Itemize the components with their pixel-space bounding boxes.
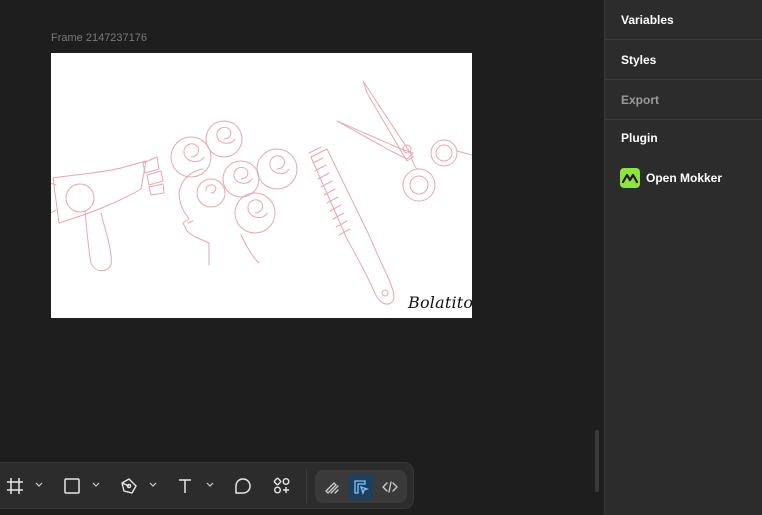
hair-dryer-drawing <box>51 156 165 272</box>
toolbar-divider <box>306 469 307 503</box>
plugin-section-heading: Plugin <box>621 131 658 145</box>
pen-tool-chevron-down-icon[interactable] <box>149 481 157 489</box>
export-section[interactable]: Export <box>605 80 762 120</box>
mode-switcher <box>315 470 407 503</box>
canvas[interactable]: Frame 2147237176 Bolatito <box>0 0 604 515</box>
styles-section[interactable]: Styles <box>605 40 762 80</box>
rectangle-icon <box>64 478 80 494</box>
rectangle-tool-chevron-down-icon[interactable] <box>92 481 100 489</box>
frame-artwork[interactable]: Bolatito <box>51 53 472 318</box>
hair-tools-illustration <box>51 80 472 305</box>
bottom-toolbar <box>0 462 414 509</box>
comment-icon <box>235 478 251 494</box>
code-icon <box>382 481 398 493</box>
comb-drawing <box>308 146 395 305</box>
dev-mode-button[interactable] <box>377 474 403 500</box>
plugin-item-label: Open Mokker <box>646 171 723 185</box>
pen-tool-button[interactable] <box>116 473 142 499</box>
text-icon <box>179 479 191 493</box>
woman-curlers-drawing <box>170 120 298 266</box>
vertical-scrollbar[interactable] <box>595 430 599 492</box>
draw-icon <box>325 482 339 494</box>
design-mode-button[interactable] <box>348 474 374 500</box>
design-icon <box>354 480 369 495</box>
right-panel: Variables Styles Export Plugin Open Mokk… <box>604 0 762 515</box>
text-tool-button[interactable] <box>172 473 198 499</box>
draw-mode-button[interactable] <box>319 474 345 500</box>
rectangle-tool-button[interactable] <box>59 473 85 499</box>
text-tool-chevron-down-icon[interactable] <box>206 481 214 489</box>
actions-icon <box>273 477 290 494</box>
frame-tool-chevron-down-icon[interactable] <box>35 481 43 489</box>
scissors-drawing <box>336 80 472 202</box>
frame-tool-button[interactable] <box>2 473 28 499</box>
pen-icon <box>121 478 137 494</box>
plugin-item-open-mokker[interactable]: Open Mokker <box>605 162 762 194</box>
variables-section[interactable]: Variables <box>605 0 762 40</box>
signature: Bolatito <box>408 293 472 312</box>
frame-icon <box>7 478 23 494</box>
comment-tool-button[interactable] <box>230 473 256 499</box>
frame-label[interactable]: Frame 2147237176 <box>51 32 147 44</box>
mokker-logo-icon <box>620 168 640 188</box>
actions-tool-button[interactable] <box>269 473 295 499</box>
